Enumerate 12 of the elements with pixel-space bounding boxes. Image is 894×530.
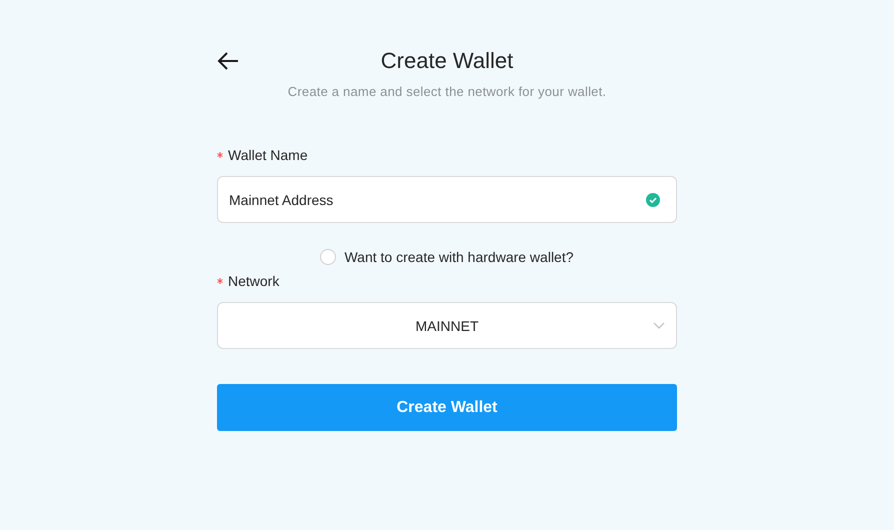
select-value: MAINNET bbox=[416, 318, 478, 334]
radio-button[interactable] bbox=[320, 249, 336, 265]
wallet-name-field[interactable]: Mainnet Address bbox=[217, 176, 677, 223]
field-value: Mainnet Address bbox=[229, 192, 334, 208]
network-select[interactable]: MAINNET bbox=[217, 302, 677, 349]
field-label: Network bbox=[228, 273, 280, 289]
chevron-down-icon bbox=[653, 322, 665, 329]
radio-label[interactable]: Want to create with hardware wallet? bbox=[344, 249, 574, 265]
page-subtitle: Create a name and select the network for your wallet. bbox=[288, 84, 606, 99]
back-arrow-icon[interactable] bbox=[217, 52, 239, 70]
field-label: Wallet Name bbox=[228, 147, 308, 163]
page-title: Create Wallet bbox=[380, 48, 514, 74]
